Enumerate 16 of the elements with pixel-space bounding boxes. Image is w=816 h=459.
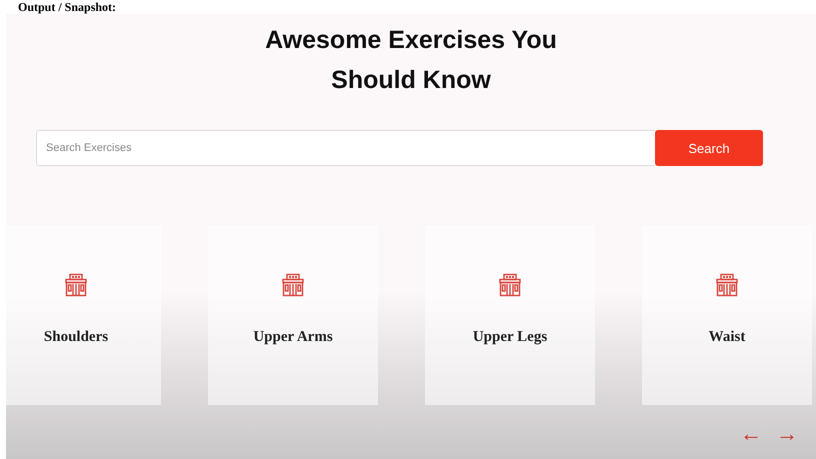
category-label: Upper Legs <box>472 329 548 346</box>
gym-building-icon <box>281 273 305 297</box>
category-card[interactable]: Upper Arms <box>208 225 378 405</box>
gym-building-icon <box>715 273 739 297</box>
search-button[interactable]: Search <box>655 130 763 166</box>
gym-building-icon <box>64 273 88 297</box>
category-card[interactable]: Upper Legs <box>425 225 595 405</box>
category-label: Upper Arms <box>253 329 333 346</box>
category-card[interactable]: Waist <box>642 225 812 405</box>
category-card[interactable]: Shoulders <box>6 225 161 405</box>
page-heading: Output / Snapshot: <box>17 0 116 14</box>
category-label: Waist <box>708 329 746 346</box>
search-field[interactable]: Search Exercises <box>36 130 655 166</box>
page-title: Awesome Exercises You Should Know <box>264 25 558 96</box>
gym-building-icon <box>498 273 522 297</box>
category-label: Shoulders <box>44 329 108 346</box>
